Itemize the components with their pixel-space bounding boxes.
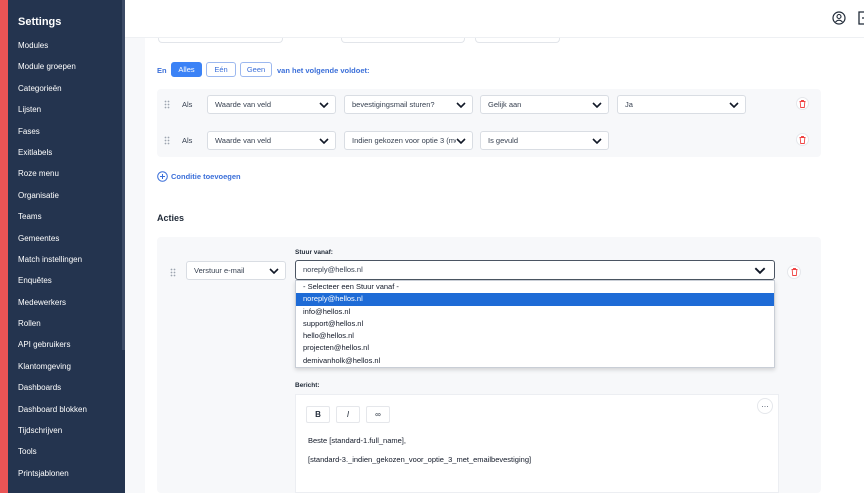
sidebar-item-dashboard-blokken[interactable]: Dashboard blokken <box>18 404 87 425</box>
dropdown-option[interactable]: projecten@hellos.nl <box>296 342 774 354</box>
delete-condition-button[interactable] <box>796 97 809 110</box>
sidebar-item-printsjablonen[interactable]: Printsjablonen <box>18 468 87 489</box>
mode-alles-button[interactable]: Alles <box>171 62 202 77</box>
user-switch-icon[interactable] <box>831 10 846 25</box>
sidebar-item-gemeentes[interactable]: Gemeentes <box>18 233 87 254</box>
sidebar-item-roze-menu[interactable]: Roze menu <box>18 168 87 189</box>
sidebar-item-dashboards[interactable]: Dashboards <box>18 382 87 403</box>
conditions-prefix: En <box>157 66 167 75</box>
add-condition-label: Conditie toevoegen <box>171 172 241 181</box>
sidebar-accent-bar <box>0 0 8 493</box>
dropdown-option[interactable]: demivanholk@hellos.nl <box>296 355 774 367</box>
trash-icon <box>799 99 806 108</box>
delete-condition-button[interactable] <box>796 133 809 146</box>
drag-handle-icon[interactable] <box>164 100 170 109</box>
previous-field <box>158 38 283 43</box>
chevron-down-icon <box>729 102 739 108</box>
italic-button[interactable]: I <box>336 406 360 423</box>
from-label: Stuur vanaf: <box>295 249 333 256</box>
main-content: En Alles Eén Geen van het volgende voldo… <box>145 38 864 493</box>
condition-field-select[interactable]: Indien gekozen voor optie 3 (met <box>344 131 473 150</box>
bold-button[interactable]: B <box>306 406 330 423</box>
select-value: Gelijk aan <box>488 100 522 109</box>
action-type-select[interactable]: Verstuur e-mail <box>186 261 286 280</box>
sidebar-title: Settings <box>18 16 62 28</box>
from-select[interactable]: noreply@hellos.nl <box>295 260 775 280</box>
topbar <box>125 0 864 38</box>
sidebar-item-exitlabels[interactable]: Exitlabels <box>18 147 87 168</box>
chevron-down-icon <box>754 267 766 274</box>
dropdown-option[interactable]: hello@hellos.nl <box>296 330 774 342</box>
condition-als-label: Als <box>182 100 193 109</box>
chevron-down-icon <box>456 138 466 144</box>
sidebar-item-categorieen[interactable]: Categorieën <box>18 83 87 104</box>
select-value: Waarde van veld <box>215 136 272 145</box>
select-value: Is gevuld <box>488 136 519 145</box>
dropdown-option[interactable]: support@hellos.nl <box>296 318 774 330</box>
trash-icon <box>791 268 797 276</box>
condition-operator-select[interactable]: Is gevuld <box>480 131 609 150</box>
condition-value-select[interactable]: Ja <box>617 95 746 114</box>
editor-line: Beste [standard-1.full_name], <box>308 436 406 445</box>
drag-handle-icon[interactable] <box>170 268 176 277</box>
from-dropdown-list: - Selecteer een Stuur vanaf - noreply@he… <box>295 280 775 368</box>
more-options-button[interactable]: ... <box>757 398 773 414</box>
sidebar-item-api-gebruikers[interactable]: API gebruikers <box>18 339 87 360</box>
mode-een-button[interactable]: Eén <box>206 62 236 77</box>
sidebar-item-lijsten[interactable]: Lijsten <box>18 104 87 125</box>
select-value: Indien gekozen voor optie 3 (met <box>352 136 462 145</box>
message-editor[interactable]: B I ∞ Beste [standard-1.full_name], [sta… <box>295 394 779 493</box>
select-value: bevestigingsmail sturen? <box>352 100 435 109</box>
logout-icon[interactable] <box>855 10 864 25</box>
link-button[interactable]: ∞ <box>366 406 390 423</box>
condition-als-label: Als <box>182 136 193 145</box>
conditions-card: Als Waarde van veld bevestigingsmail stu… <box>157 89 821 157</box>
chevron-down-icon <box>456 102 466 108</box>
drag-handle-icon[interactable] <box>164 136 170 145</box>
dropdown-option[interactable]: info@hellos.nl <box>296 306 774 318</box>
sidebar-item-tools[interactable]: Tools <box>18 446 87 467</box>
chevron-down-icon <box>592 138 602 144</box>
previous-field <box>475 38 560 43</box>
select-value: noreply@hellos.nl <box>303 265 363 274</box>
sidebar-item-teams[interactable]: Teams <box>18 211 87 232</box>
condition-operator-select[interactable]: Gelijk aan <box>480 95 609 114</box>
message-label: Bericht: <box>295 382 320 389</box>
conditions-suffix: van het volgende voldoet: <box>277 66 370 75</box>
sidebar-item-module-groepen[interactable]: Module groepen <box>18 61 87 82</box>
sidebar-item-enquetes[interactable]: Enquêtes <box>18 275 87 296</box>
chevron-down-icon <box>319 138 329 144</box>
dropdown-option-selected[interactable]: noreply@hellos.nl <box>296 293 774 306</box>
trash-icon <box>799 135 806 144</box>
sidebar: Settings Modules Module groepen Categori… <box>8 0 125 493</box>
sidebar-item-modules[interactable]: Modules <box>18 40 87 61</box>
mode-geen-button[interactable]: Geen <box>240 62 272 77</box>
sidebar-item-medewerkers[interactable]: Medewerkers <box>18 297 87 318</box>
delete-action-button[interactable] <box>787 265 801 279</box>
sidebar-item-tijdschrijven[interactable]: Tijdschrijven <box>18 425 87 446</box>
chevron-down-icon <box>269 268 279 274</box>
select-value: Waarde van veld <box>215 100 272 109</box>
sidebar-menu: Modules Module groepen Categorieën Lijst… <box>18 40 87 489</box>
sidebar-item-rollen[interactable]: Rollen <box>18 318 87 339</box>
condition-field-select[interactable]: bevestigingsmail sturen? <box>344 95 473 114</box>
condition-source-select[interactable]: Waarde van veld <box>207 95 336 114</box>
add-condition-button[interactable]: Conditie toevoegen <box>157 171 241 182</box>
chevron-down-icon <box>592 102 602 108</box>
condition-source-select[interactable]: Waarde van veld <box>207 131 336 150</box>
sidebar-item-klantomgeving[interactable]: Klantomgeving <box>18 361 87 382</box>
dropdown-option[interactable]: - Selecteer een Stuur vanaf - <box>296 281 774 293</box>
select-value: Verstuur e-mail <box>194 266 245 275</box>
plus-circle-icon <box>157 171 168 182</box>
editor-line: [standard-3._indien_gekozen_voor_optie_3… <box>308 455 532 464</box>
chevron-down-icon <box>319 102 329 108</box>
sidebar-item-fases[interactable]: Fases <box>18 126 87 147</box>
sidebar-item-match-instellingen[interactable]: Match instellingen <box>18 254 87 275</box>
sidebar-item-organisatie[interactable]: Organisatie <box>18 190 87 211</box>
content-gutter <box>125 0 145 493</box>
previous-field <box>341 38 465 43</box>
select-value: Ja <box>625 100 633 109</box>
actions-heading: Acties <box>157 213 185 223</box>
